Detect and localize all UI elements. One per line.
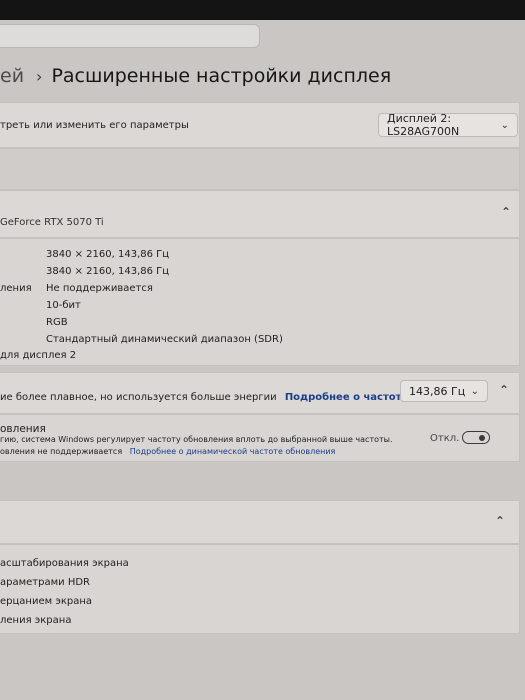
refresh-rate-text: ие более плавное, но используется больше… xyxy=(0,392,277,403)
related-link-scaling[interactable]: асштабирования экрана xyxy=(0,558,129,569)
dynamic-refresh-title: овления xyxy=(0,423,46,435)
section-divider xyxy=(0,148,520,190)
refresh-rate-row: ие более плавное, но используется больше… xyxy=(0,372,520,414)
chevron-down-icon: ⌄ xyxy=(470,385,479,397)
dynamic-refresh-learn-more-link[interactable]: Подробнее о динамической частоте обновле… xyxy=(130,447,336,456)
chevron-up-icon[interactable]: ⌃ xyxy=(501,205,511,219)
bit-depth-value: 10-бит xyxy=(46,300,81,311)
page-title: Расширенные настройки дисплея xyxy=(51,65,392,87)
breadcrumb-parent[interactable]: ей xyxy=(0,65,24,87)
desktop-mode-value: 3840 × 2160, 143,86 Гц xyxy=(46,249,170,260)
display-select-dropdown[interactable]: Дисплей 2: LS28AG700N ⌄ xyxy=(378,112,518,138)
refresh-rate-value: 143,86 Гц xyxy=(409,384,466,398)
window-top-edge xyxy=(0,0,525,20)
variable-refresh-value: Не поддерживается xyxy=(46,283,153,294)
dynamic-refresh-desc: гию, система Windows регулирует частоту … xyxy=(0,435,393,444)
display-select-value: Дисплей 2: LS28AG700N xyxy=(387,112,460,138)
adapter-properties-link[interactable]: для дисплея 2 xyxy=(0,350,76,361)
dynamic-refresh-row: овления гию, система Windows регулирует … xyxy=(0,414,520,462)
display-info-details: 3840 × 2160, 143,86 Гц 3840 × 2160, 143,… xyxy=(0,238,520,366)
chevron-up-icon[interactable]: ⌃ xyxy=(495,514,505,528)
breadcrumb: ей › Расширенные настройки дисплея xyxy=(0,60,391,92)
chevron-down-icon: ⌄ xyxy=(500,119,509,131)
gpu-name: GeForce RTX 5070 Ti xyxy=(0,217,104,228)
chevron-up-icon[interactable]: ⌃ xyxy=(499,383,509,397)
display-info-header[interactable]: GeForce RTX 5070 Ti ⌃ xyxy=(0,190,520,238)
select-display-row: треть или изменить его параметры Дисплей… xyxy=(0,102,520,148)
related-settings-header[interactable]: ⌃ xyxy=(0,500,520,544)
color-format-value: RGB xyxy=(46,317,68,328)
related-settings-list: асштабирования экрана араметрами HDR ерц… xyxy=(0,544,520,634)
select-display-label: треть или изменить его параметры xyxy=(0,120,189,131)
refresh-rate-dropdown[interactable]: 143,86 Гц ⌄ xyxy=(400,380,488,402)
info-label-row3: ления xyxy=(0,283,32,294)
dynamic-refresh-toggle-label: Откл. xyxy=(430,433,460,444)
dynamic-refresh-status: овления не поддерживается Подробнее о ди… xyxy=(0,447,335,456)
search-box[interactable] xyxy=(0,24,260,48)
related-link-hdr[interactable]: араметрами HDR xyxy=(0,577,90,588)
dynamic-refresh-not-supported: овления не поддерживается xyxy=(0,447,123,456)
color-space-value: Стандартный динамический диапазон (SDR) xyxy=(46,334,283,345)
related-link-flicker[interactable]: ерцанием экрана xyxy=(0,596,92,607)
breadcrumb-separator: › xyxy=(36,66,43,86)
related-link-orientation[interactable]: ления экрана xyxy=(0,615,71,626)
toggle-knob xyxy=(479,434,485,441)
dynamic-refresh-toggle[interactable] xyxy=(462,431,490,444)
active-signal-mode-value: 3840 × 2160, 143,86 Гц xyxy=(46,266,170,277)
